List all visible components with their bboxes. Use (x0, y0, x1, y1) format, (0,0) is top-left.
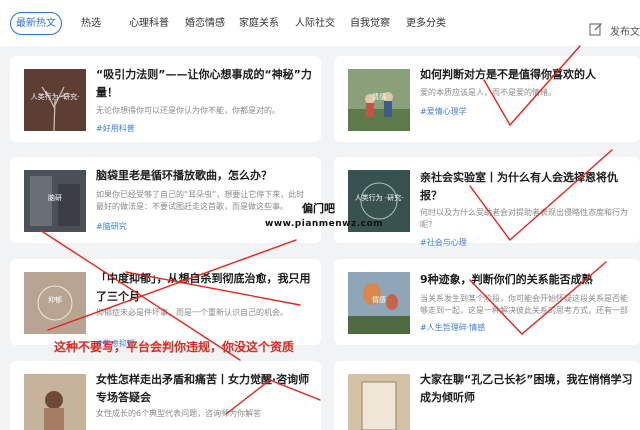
publish-label: 发布文章 (610, 27, 640, 38)
article-title[interactable]: 女性怎样走出矛盾和痛苦丨女力觉醒·咨询师专场答疑会 (96, 371, 312, 407)
article-summary: 女性成长的6个典型代表问题，咨询师为你解答 (96, 409, 262, 418)
article-thumbnail (24, 374, 86, 430)
article-thumbnail (348, 374, 410, 430)
tab-relationships[interactable]: 婚恋情感 (185, 12, 225, 35)
article-thumbnail: 抑郁 (24, 272, 86, 334)
article-card[interactable]: 大家在聊“孔乙己长衫”困境，我在悄悄学习成为倾听师 (334, 361, 640, 430)
article-thumbnail: 人类行为 ·研究· (24, 69, 86, 131)
article-title[interactable]: 9种迹象，判断你们的关系能否成熟 (420, 271, 635, 289)
watermark-title: 偏门吧 (302, 202, 335, 215)
article-title[interactable]: 大家在聊“孔乙己长衫”困境，我在悄悄学习成为倾听师 (420, 371, 635, 407)
tab-social[interactable]: 人际社交 (295, 12, 335, 35)
article-tag[interactable]: #好用科普 (96, 123, 135, 134)
article-summary: 何时以及为什么受助者会对提助者表现出侵略性态度和行为呢？ (420, 208, 628, 229)
article-card[interactable]: 情感 9种迹象，判断你们的关系能否成熟 当关系发生到某个阶段，你可能会开始怀疑这… (334, 259, 640, 345)
article-title[interactable]: “吸引力法则”——让你心想事成的“神秘”力量！ (96, 66, 312, 102)
tab-self-awareness[interactable]: 自我觉察 (350, 12, 390, 35)
article-tag[interactable]: #爱情心理学 (420, 106, 467, 117)
category-nav: 最新热文 热选 心理科普 婚恋情感 家庭关系 人际社交 自我觉察 更多分类 发布… (0, 0, 640, 46)
article-title[interactable]: 「中度抑郁」，从想自杀到彻底治愈，我只用了三个月 (96, 270, 312, 306)
tab-family[interactable]: 家庭关系 (239, 12, 279, 35)
article-tag[interactable]: #社会与心理 (420, 237, 467, 248)
watermark-url: www.pianmenwz.com (265, 219, 384, 229)
article-summary: 抑郁症未必是件坏事，而是一个重新认识自己的机会。 (96, 308, 288, 317)
article-card[interactable]: 抑郁 「中度抑郁」，从想自杀到彻底治愈，我只用了三个月 抑郁症未必是件坏事，而是… (10, 259, 321, 348)
article-tag[interactable]: #人生哲理碎·情感 (420, 322, 485, 333)
article-thumbnail: 脑研 (24, 170, 86, 232)
article-title[interactable]: 亲社会实验室丨为什么有人会选择恩将仇报？ (420, 169, 635, 205)
article-title[interactable]: 如何判断对方是不是值得你喜欢的人 (420, 66, 635, 84)
tab-more[interactable]: 更多分类 (406, 12, 446, 35)
warning-annotation: 这种不要写，平台会判你违规，你没这个资质 (54, 340, 295, 354)
tab-psychology[interactable]: 心理科普 (129, 12, 169, 35)
article-card[interactable]: 情感 如何判断对方是不是值得你喜欢的人 爱的本质应该是人，而不是爱的情绪。 #爱… (334, 56, 640, 142)
thumbnail-caption: 情感 (372, 296, 386, 304)
article-tag[interactable]: #脑研究 (96, 221, 127, 232)
article-summary: 爱的本质应该是人，而不是爱的情绪。 (420, 88, 556, 97)
article-card[interactable]: 人类行为 ·研究· 亲社会实验室丨为什么有人会选择恩将仇报？ 何时以及为什么受助… (334, 157, 640, 247)
article-card[interactable]: 人类行为 ·研究· “吸引力法则”——让你心想事成的“神秘”力量！ 无论你想得你… (10, 56, 321, 142)
thumbnail-caption: 情感 (372, 93, 386, 101)
article-thumbnail: 情感 (348, 272, 410, 334)
tab-latest[interactable]: 最新热文 (10, 12, 62, 35)
article-title[interactable]: 脑袋里老是循环播放歌曲，怎么办？ (96, 167, 312, 185)
thumbnail-caption: 抑郁 (48, 296, 62, 304)
article-card[interactable]: 女性怎样走出矛盾和痛苦丨女力觉醒·咨询师专场答疑会 女性成长的6个典型代表问题，… (10, 361, 321, 430)
publish-button[interactable]: 发布文章 (589, 22, 640, 42)
article-summary: 如果你已经受够了自己的“耳朵虫”，想要让它停下来，此时最好的做法是：不要试图赶走… (96, 190, 305, 211)
edit-icon (589, 23, 602, 36)
article-summary: 无论你想得你可以还是你认为你不能，你都是对的。 (96, 106, 280, 115)
article-thumbnail: 情感 (348, 69, 410, 131)
thumbnail-caption: 人类行为 ·研究· (354, 194, 404, 202)
tab-featured[interactable]: 热选 (81, 12, 101, 35)
thumbnail-caption: 人类行为 ·研究· (30, 93, 80, 101)
article-summary: 当关系发生到某个阶段，你可能会开始怀疑这段关系是否能够走到一起，这是一种解决彼此… (420, 294, 628, 315)
thumbnail-caption: 脑研 (48, 194, 62, 202)
article-card[interactable]: 脑研 脑袋里老是循环播放歌曲，怎么办？ 如果你已经受够了自己的“耳朵虫”，想要让… (10, 157, 321, 243)
